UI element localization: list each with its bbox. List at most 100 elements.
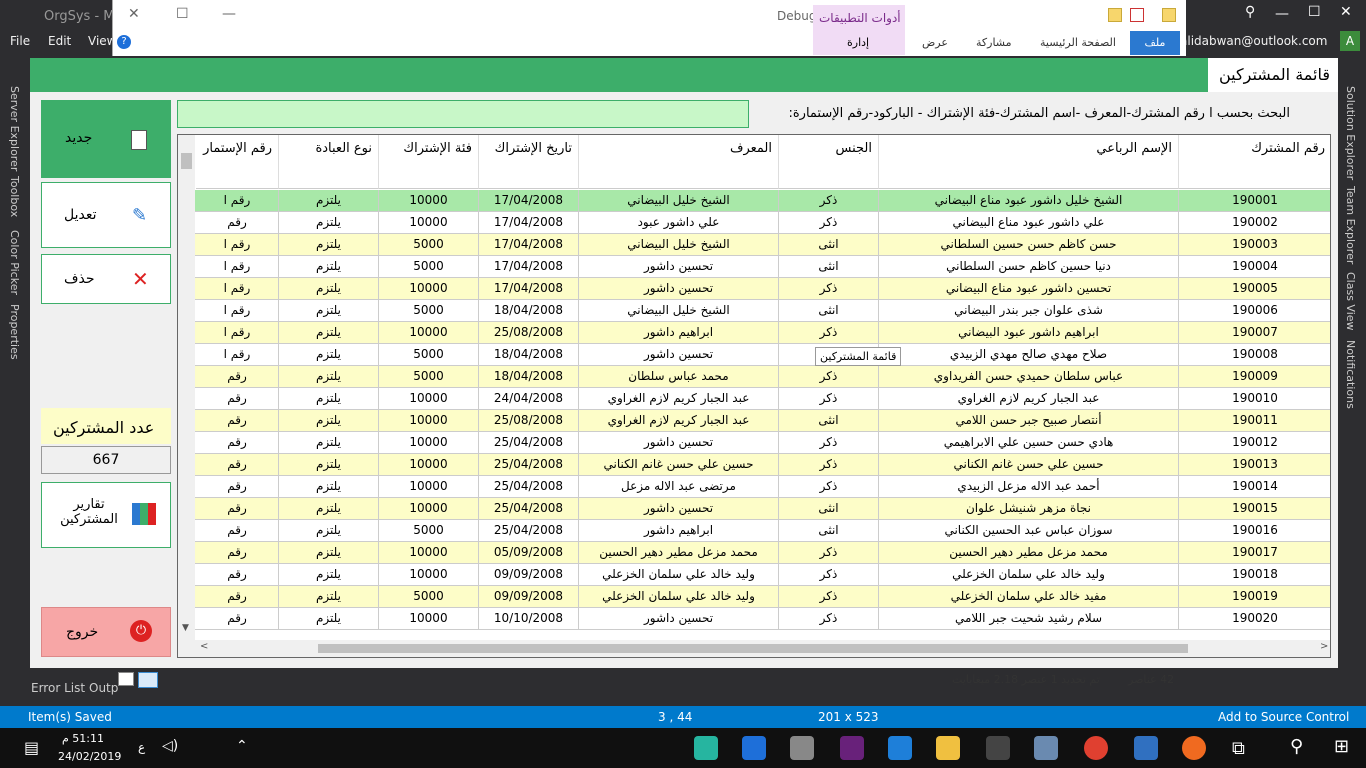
- table-row[interactable]: 190003 حسن كاظم حسن حسين السلطاني انثى الشي…: [178, 234, 1330, 256]
- cell-subscription-date[interactable]: 25/04/2008: [479, 432, 579, 453]
- subscribers-grid[interactable]: رقم المشترك الإسم الرباعي الجنس المعرف ت…: [177, 134, 1331, 658]
- cell-form-number[interactable]: رقم: [196, 586, 279, 607]
- cell-subscription-date[interactable]: 25/08/2008: [479, 322, 579, 343]
- table-row[interactable]: 190016 سوزان عباس عبد الحسين الكناني انثى ا…: [178, 520, 1330, 542]
- cell-form-number[interactable]: رقم: [196, 388, 279, 409]
- folder-icon[interactable]: [1162, 8, 1176, 22]
- header-subscriber-id[interactable]: رقم المشترك: [1179, 135, 1330, 189]
- cell-subscriber-id[interactable]: 190020: [1179, 608, 1330, 629]
- tools-icon[interactable]: [986, 736, 1010, 760]
- notifications-tab[interactable]: Notifications: [1344, 340, 1357, 409]
- avatar[interactable]: A: [1340, 31, 1360, 51]
- cell-subscriber-id[interactable]: 190012: [1179, 432, 1330, 453]
- cell-form-number[interactable]: رقم ا: [196, 322, 279, 343]
- scroll-down-icon[interactable]: ▼: [182, 623, 189, 633]
- cell-referrer[interactable]: حسين علي حسن غانم الكناني: [579, 454, 779, 475]
- cell-subscription-date[interactable]: 25/04/2008: [479, 476, 579, 497]
- cell-subscription-class[interactable]: 5000: [379, 520, 479, 541]
- start-icon[interactable]: ⊞: [1334, 736, 1349, 757]
- cell-subscriber-id[interactable]: 190011: [1179, 410, 1330, 431]
- cell-worship-type[interactable]: يلتزم: [279, 212, 379, 233]
- cell-form-number[interactable]: رقم ا: [196, 344, 279, 365]
- cell-worship-type[interactable]: يلتزم: [279, 454, 379, 475]
- cell-subscription-class[interactable]: 10000: [379, 432, 479, 453]
- cell-form-number[interactable]: رقم: [196, 366, 279, 387]
- cell-gender[interactable]: ذكر: [779, 366, 879, 387]
- cell-subscription-class[interactable]: 10000: [379, 278, 479, 299]
- cell-subscriber-id[interactable]: 190013: [1179, 454, 1330, 475]
- file-explorer-icon[interactable]: [936, 736, 960, 760]
- cell-full-name[interactable]: الشيخ خليل داشور عبود مناع البيضاني: [879, 190, 1179, 211]
- cell-subscription-class[interactable]: 10000: [379, 410, 479, 431]
- cell-full-name[interactable]: علي داشور عبود مناع البيضاني: [879, 212, 1179, 233]
- tab-file[interactable]: ملف: [1130, 31, 1180, 55]
- cell-subscriber-id[interactable]: 190009: [1179, 366, 1330, 387]
- header-full-name[interactable]: الإسم الرباعي: [879, 135, 1179, 189]
- cell-subscription-date[interactable]: 17/04/2008: [479, 278, 579, 299]
- clock-time[interactable]: 51:11 م: [58, 732, 108, 745]
- search-icon[interactable]: ⚲: [1245, 4, 1255, 20]
- cell-full-name[interactable]: سوزان عباس عبد الحسين الكناني: [879, 520, 1179, 541]
- cell-subscription-class[interactable]: 10000: [379, 322, 479, 343]
- cell-worship-type[interactable]: يلتزم: [279, 300, 379, 321]
- cell-gender[interactable]: ذكر: [779, 322, 879, 343]
- add-to-source-control[interactable]: Add to Source Control: [1218, 710, 1349, 724]
- toolbox-tab[interactable]: Toolbox: [8, 176, 21, 217]
- cell-referrer[interactable]: ابراهيم داشور: [579, 520, 779, 541]
- cell-form-number[interactable]: رقم: [196, 212, 279, 233]
- cell-full-name[interactable]: دنيا حسين كاظم حسن السلطاني: [879, 256, 1179, 277]
- app-icon[interactable]: [1134, 736, 1158, 760]
- cell-worship-type[interactable]: يلتزم: [279, 344, 379, 365]
- cell-gender[interactable]: ذكر: [779, 608, 879, 629]
- cell-subscription-date[interactable]: 18/04/2008: [479, 366, 579, 387]
- cell-gender[interactable]: ذكر: [779, 586, 879, 607]
- table-row[interactable]: 190002 علي داشور عبود مناع البيضاني ذكر علي…: [178, 212, 1330, 234]
- search-icon[interactable]: ⚲: [1290, 736, 1303, 757]
- cell-subscription-class[interactable]: 10000: [379, 190, 479, 211]
- cell-subscription-class[interactable]: 5000: [379, 300, 479, 321]
- cell-subscription-class[interactable]: 5000: [379, 586, 479, 607]
- chrome-icon[interactable]: [1084, 736, 1108, 760]
- horizontal-scrollbar[interactable]: < >: [178, 640, 1330, 657]
- cell-worship-type[interactable]: يلتزم: [279, 432, 379, 453]
- cell-subscriber-id[interactable]: 190004: [1179, 256, 1330, 277]
- new-button[interactable]: جديد: [41, 100, 171, 178]
- checklist-icon[interactable]: [1130, 8, 1144, 22]
- cell-subscription-class[interactable]: 10000: [379, 476, 479, 497]
- cell-referrer[interactable]: وليد خالد علي سلمان الخزعلي: [579, 564, 779, 585]
- cell-gender[interactable]: انثى: [779, 520, 879, 541]
- tray-expand-icon[interactable]: ⌃: [236, 738, 248, 754]
- cell-subscriber-id[interactable]: 190010: [1179, 388, 1330, 409]
- search-input[interactable]: [177, 100, 749, 128]
- cell-subscriber-id[interactable]: 190007: [1179, 322, 1330, 343]
- cell-worship-type[interactable]: يلتزم: [279, 520, 379, 541]
- menu-edit[interactable]: Edit: [48, 34, 71, 48]
- cell-gender[interactable]: ذكر: [779, 564, 879, 585]
- table-row[interactable]: 190004 دنيا حسين كاظم حسن السلطاني انثى تحس…: [178, 256, 1330, 278]
- tab-share[interactable]: مشاركة: [976, 36, 1012, 49]
- cell-gender[interactable]: انثى: [779, 410, 879, 431]
- visual-studio-icon[interactable]: [840, 736, 864, 760]
- cell-subscription-date[interactable]: 25/04/2008: [479, 454, 579, 475]
- cell-referrer[interactable]: الشيخ خليل البيضاني: [579, 234, 779, 255]
- table-row[interactable]: 190001 الشيخ خليل داشور عبود مناع البيضان…: [178, 190, 1330, 212]
- task-view-icon[interactable]: ⧉: [1232, 738, 1245, 759]
- cell-referrer[interactable]: تحسين داشور: [579, 498, 779, 519]
- cell-subscriber-id[interactable]: 190015: [1179, 498, 1330, 519]
- folder-icon[interactable]: [1108, 8, 1122, 22]
- minimize-icon[interactable]: —: [1275, 6, 1289, 22]
- cell-full-name[interactable]: شذى علوان جبر بندر البيضاني: [879, 300, 1179, 321]
- cell-worship-type[interactable]: يلتزم: [279, 564, 379, 585]
- cell-form-number[interactable]: رقم: [196, 454, 279, 475]
- cell-full-name[interactable]: أنتصار صبيح جبر حسن اللامي: [879, 410, 1179, 431]
- class-view-tab[interactable]: Class View: [1344, 272, 1357, 331]
- table-row[interactable]: 190014 أحمد عبد الاله مزعل الزبيدي ذكر مرتض…: [178, 476, 1330, 498]
- volume-icon[interactable]: ◁): [162, 738, 178, 754]
- cell-subscriber-id[interactable]: 190003: [1179, 234, 1330, 255]
- cell-worship-type[interactable]: يلتزم: [279, 366, 379, 387]
- ribbon-minimize-icon[interactable]: —: [222, 6, 236, 22]
- edit-button[interactable]: تعديل ✎: [41, 182, 171, 248]
- remote-icon[interactable]: [742, 736, 766, 760]
- horizontal-scroll-thumb[interactable]: [318, 644, 1188, 653]
- tab-home[interactable]: الصفحة الرئيسية: [1040, 36, 1116, 49]
